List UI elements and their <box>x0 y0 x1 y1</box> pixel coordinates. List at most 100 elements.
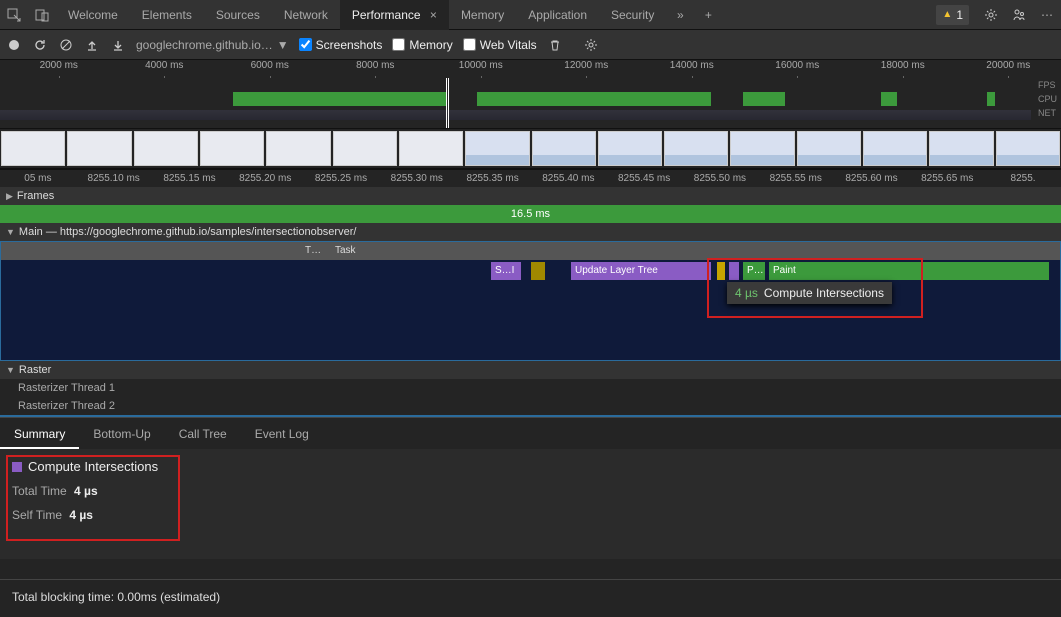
inspect-icon[interactable] <box>0 0 28 30</box>
main-track-header[interactable]: ▼ Main — https://googlechrome.github.io/… <box>0 223 1061 241</box>
screenshots-toggle[interactable]: Screenshots <box>299 38 383 52</box>
overview-ruler: 2000 ms 4000 ms 6000 ms 8000 ms 10000 ms… <box>0 60 1061 78</box>
raster-thread-row[interactable]: Rasterizer Thread 1 <box>0 379 1061 397</box>
tab-summary[interactable]: Summary <box>0 418 79 449</box>
reload-icon[interactable] <box>32 37 48 53</box>
screenshot-thumb[interactable] <box>929 131 993 166</box>
tab-bottom-up[interactable]: Bottom-Up <box>79 418 164 449</box>
screenshot-thumb[interactable] <box>996 131 1060 166</box>
tick: 2000 ms <box>6 60 112 78</box>
flame-ruler[interactable]: 05 ms 8255.10 ms 8255.15 ms 8255.20 ms 8… <box>0 169 1061 187</box>
tick: 16000 ms <box>745 60 851 78</box>
close-icon[interactable]: × <box>430 8 437 22</box>
webvitals-toggle[interactable]: Web Vitals <box>463 38 537 52</box>
settings-gear-icon[interactable] <box>583 37 599 53</box>
tab-event-log[interactable]: Event Log <box>241 418 323 449</box>
dtick: 8255.25 ms <box>303 170 379 187</box>
collapse-icon[interactable]: ▼ <box>6 361 15 379</box>
task-label[interactable]: Task <box>331 242 360 260</box>
dtick: 8255.45 ms <box>606 170 682 187</box>
record-icon[interactable] <box>6 37 22 53</box>
screenshots-label: Screenshots <box>316 38 383 52</box>
screenshot-thumb[interactable] <box>797 131 861 166</box>
tab-application[interactable]: Application <box>516 0 599 30</box>
screenshot-thumb[interactable] <box>1 131 65 166</box>
main-label: Main — https://googlechrome.github.io/sa… <box>19 223 357 241</box>
clear-icon[interactable] <box>58 37 74 53</box>
cpu-label: CPU <box>1038 94 1057 104</box>
collapse-icon[interactable]: ▼ <box>6 223 15 241</box>
event-other[interactable] <box>531 262 545 280</box>
tick: 18000 ms <box>850 60 956 78</box>
tab-call-tree[interactable]: Call Tree <box>165 418 241 449</box>
devtools-tabbar: Welcome Elements Sources Network Perform… <box>0 0 1061 30</box>
tab-sources[interactable]: Sources <box>204 0 272 30</box>
overview-graph[interactable]: FPS CPU NET <box>0 78 1061 128</box>
screenshots-checkbox[interactable] <box>299 38 312 51</box>
dtick: 8255.15 ms <box>152 170 228 187</box>
device-icon[interactable] <box>28 0 56 30</box>
tick: 4000 ms <box>112 60 218 78</box>
tab-network[interactable]: Network <box>272 0 340 30</box>
kebab-icon[interactable]: ⋯ <box>1033 0 1061 30</box>
memory-checkbox[interactable] <box>392 38 405 51</box>
blocking-time-text: Total blocking time: 0.00ms (estimated) <box>12 590 220 604</box>
main-track[interactable]: T… Task S…I Update Layer Tree P… Paint 4… <box>0 241 1061 361</box>
warning-icon: ▲ <box>942 9 952 20</box>
warning-badge[interactable]: ▲ 1 <box>936 5 969 25</box>
tick: 10000 ms <box>428 60 534 78</box>
frames-track[interactable]: 16.5 ms <box>0 205 1061 223</box>
viewport-marker[interactable] <box>446 78 450 128</box>
footer-bar: Total blocking time: 0.00ms (estimated) <box>0 579 1061 617</box>
summary-highlight <box>6 455 180 541</box>
screenshot-thumb[interactable] <box>532 131 596 166</box>
screenshot-thumb[interactable] <box>134 131 198 166</box>
more-tabs-icon[interactable]: » <box>666 0 694 30</box>
screenshot-thumb[interactable] <box>664 131 728 166</box>
screenshot-thumb[interactable] <box>465 131 529 166</box>
screenshot-thumb[interactable] <box>598 131 662 166</box>
tab-welcome[interactable]: Welcome <box>56 0 130 30</box>
dtick: 05 ms <box>0 170 76 187</box>
tick: 12000 ms <box>534 60 640 78</box>
screenshot-thumb[interactable] <box>200 131 264 166</box>
tab-security[interactable]: Security <box>599 0 666 30</box>
task-label[interactable]: T… <box>301 242 325 260</box>
dtick: 8255.40 ms <box>530 170 606 187</box>
dtick: 8255.35 ms <box>455 170 531 187</box>
screenshot-thumb[interactable] <box>863 131 927 166</box>
frames-track-header[interactable]: ▶ Frames <box>0 187 1061 205</box>
target-url[interactable]: googlechrome.github.io… ▼ <box>136 38 289 52</box>
event-scripting[interactable]: S…I <box>491 262 521 280</box>
detail-tabs: Summary Bottom-Up Call Tree Event Log <box>0 417 1061 449</box>
upload-icon[interactable] <box>84 37 100 53</box>
lane-labels: FPS CPU NET <box>1038 78 1057 118</box>
screenshot-thumb[interactable] <box>266 131 330 166</box>
webvitals-checkbox[interactable] <box>463 38 476 51</box>
gear-icon[interactable] <box>977 0 1005 30</box>
expand-icon[interactable]: ▶ <box>6 187 13 205</box>
download-icon[interactable] <box>110 37 126 53</box>
flame-chart[interactable]: ▶ Frames 16.5 ms ▼ Main — https://google… <box>0 187 1061 417</box>
raster-track-header[interactable]: ▼ Raster <box>0 361 1061 379</box>
screenshot-thumb[interactable] <box>333 131 397 166</box>
chevron-down-icon: ▼ <box>277 38 289 52</box>
screenshot-thumb[interactable] <box>399 131 463 166</box>
net-label: NET <box>1038 108 1057 118</box>
event-update-layer-tree[interactable]: Update Layer Tree <box>571 262 711 280</box>
add-tab-icon[interactable]: + <box>694 0 722 30</box>
trash-icon[interactable] <box>547 37 563 53</box>
frame-duration[interactable]: 16.5 ms <box>0 205 1061 223</box>
dtick: 8255.65 ms <box>909 170 985 187</box>
screenshot-thumb[interactable] <box>730 131 794 166</box>
raster-thread-row[interactable]: Rasterizer Thread 2 <box>0 397 1061 415</box>
tab-memory[interactable]: Memory <box>449 0 516 30</box>
tooltip-name: Compute Intersections <box>764 286 884 300</box>
screenshot-thumb[interactable] <box>67 131 131 166</box>
filmstrip[interactable] <box>0 128 1061 168</box>
tab-elements[interactable]: Elements <box>130 0 204 30</box>
tab-performance[interactable]: Performance × <box>340 0 449 30</box>
account-icon[interactable] <box>1005 0 1033 30</box>
memory-toggle[interactable]: Memory <box>392 38 452 52</box>
overview-lane[interactable]: 2000 ms 4000 ms 6000 ms 8000 ms 10000 ms… <box>0 60 1061 169</box>
